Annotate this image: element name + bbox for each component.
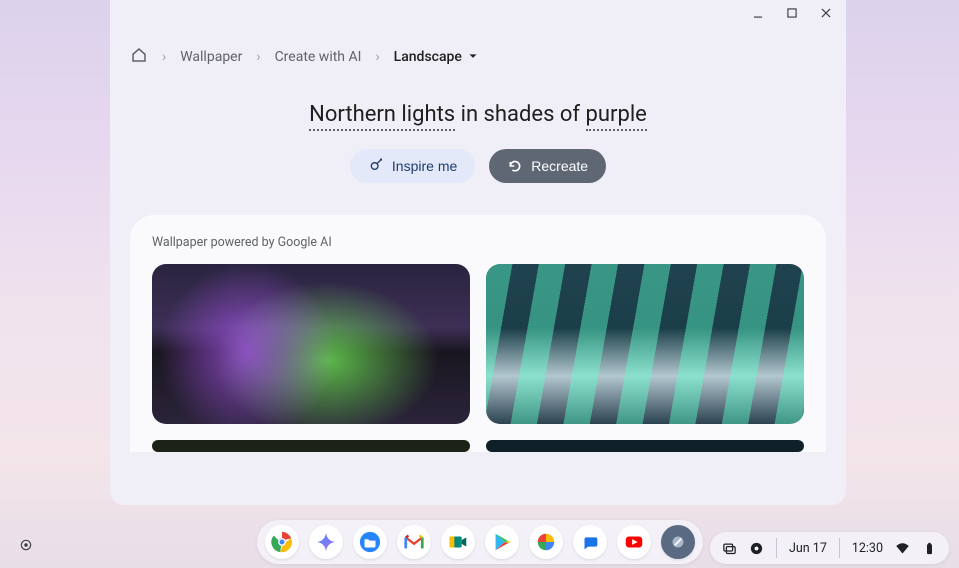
results-grid [152,264,804,452]
results-panel: Wallpaper powered by Google AI [130,215,826,452]
meet-app-icon[interactable] [441,525,475,559]
prompt-subject[interactable]: Northern lights [309,102,455,131]
messages-app-icon[interactable] [573,525,607,559]
chevron-right-icon: › [162,49,166,65]
system-tray[interactable]: Jun 17 12:30 [710,532,949,564]
window-titlebar [110,0,846,26]
play-store-app-icon[interactable] [485,525,519,559]
home-icon[interactable] [130,46,148,68]
chevron-right-icon: › [375,49,379,65]
breadcrumb-active-label: Landscape [394,49,462,65]
quick-settings-button[interactable] [749,541,764,556]
panel-caption: Wallpaper powered by Google AI [152,235,804,250]
overview-button[interactable] [722,541,737,556]
refresh-icon [507,158,523,174]
wallpaper-creator-window: › Wallpaper › Create with AI › Landscape… [110,0,846,505]
prompt-text[interactable]: Northern lights in shades of purple [309,102,647,127]
recreate-label: Recreate [531,158,588,174]
prompt-actions: Inspire me Recreate [130,149,826,183]
tray-time[interactable]: 12:30 [852,541,883,556]
close-button[interactable] [818,5,834,21]
breadcrumb-create-with-ai[interactable]: Create with AI [275,49,362,65]
breadcrumb: › Wallpaper › Create with AI › Landscape [130,46,826,68]
breadcrumb-landscape-dropdown[interactable]: Landscape [394,49,478,65]
youtube-app-icon[interactable] [617,525,651,559]
app-tray [257,520,703,564]
battery-icon[interactable] [922,541,937,556]
gmail-app-icon[interactable] [397,525,431,559]
prompt-area: Northern lights in shades of purple Insp… [130,102,826,183]
tray-date[interactable]: Jun 17 [789,541,827,556]
inspire-me-button[interactable]: Inspire me [350,149,475,183]
breadcrumb-wallpaper[interactable]: Wallpaper [180,49,242,65]
wallpaper-result-2[interactable] [486,264,804,424]
wallpaper-result-3[interactable] [152,440,470,452]
tray-divider [839,538,840,558]
maximize-button[interactable] [784,5,800,21]
minimize-button[interactable] [750,5,766,21]
prompt-color[interactable]: purple [586,102,647,131]
wifi-icon[interactable] [895,541,910,556]
gemini-app-icon[interactable] [309,525,343,559]
sparkle-icon [368,158,384,174]
launcher-button[interactable] [14,533,38,557]
inspire-me-label: Inspire me [392,158,457,174]
recreate-button[interactable]: Recreate [489,149,606,183]
tray-divider [776,538,777,558]
chevron-down-icon [468,49,478,65]
window-content: › Wallpaper › Create with AI › Landscape… [110,26,846,452]
prompt-connector: in shades of [455,102,585,127]
chrome-app-icon[interactable] [265,525,299,559]
chevron-right-icon: › [256,49,260,65]
wallpaper-result-1[interactable] [152,264,470,424]
canvas-app-icon[interactable] [661,525,695,559]
photos-app-icon[interactable] [529,525,563,559]
wallpaper-result-4[interactable] [486,440,804,452]
files-app-icon[interactable] [353,525,387,559]
